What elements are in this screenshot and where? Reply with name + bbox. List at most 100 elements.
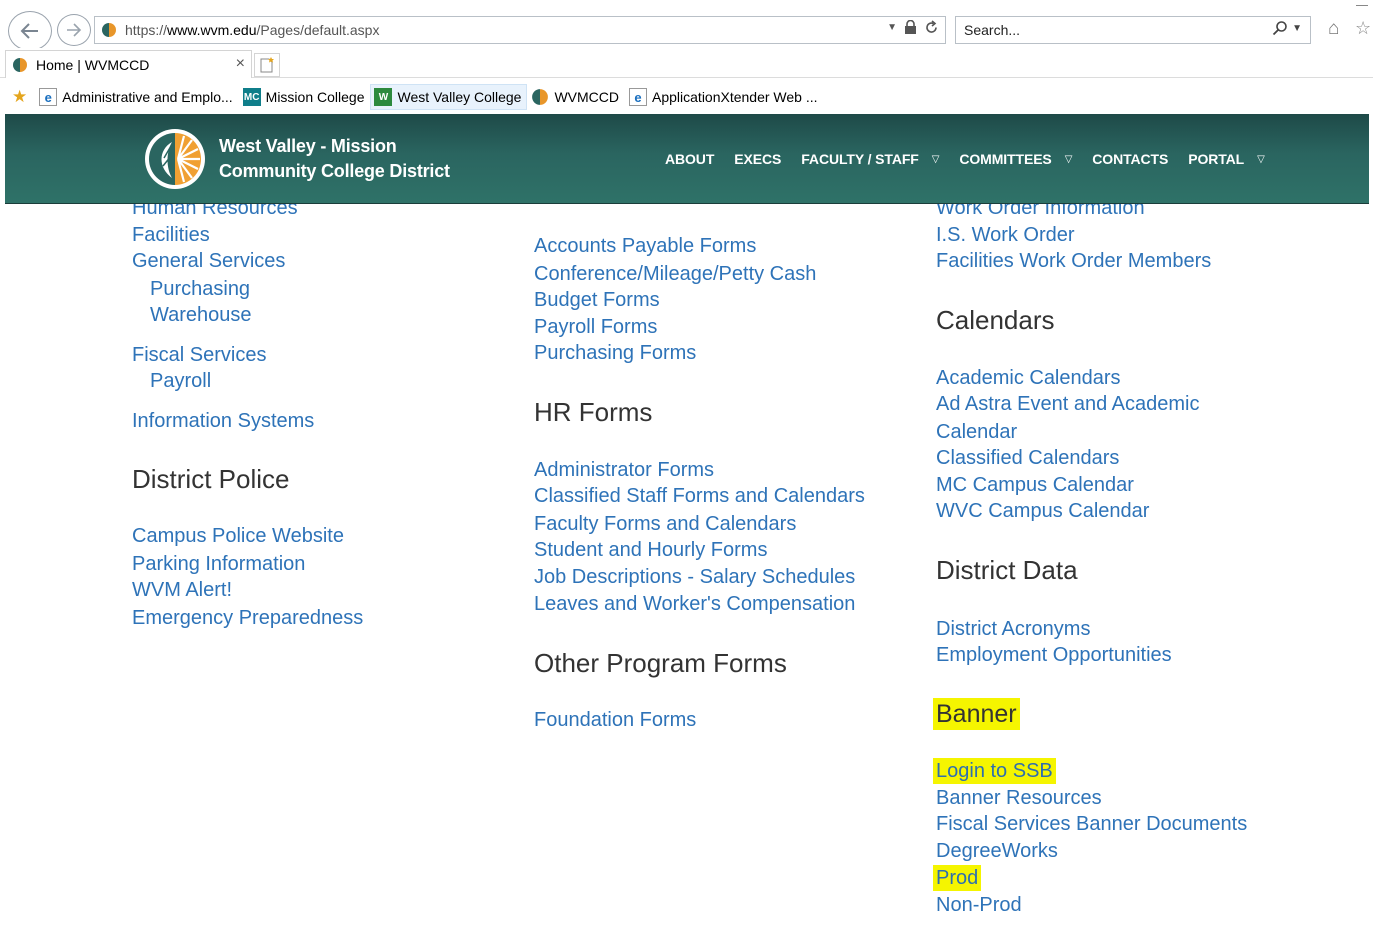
- nav-label: ABOUT: [665, 151, 715, 167]
- heading-banner: Banner: [933, 698, 1020, 730]
- link-work-order-information[interactable]: Work Order Information: [936, 204, 1145, 221]
- favorites-star-icon[interactable]: ☆: [1355, 18, 1371, 39]
- link-prod[interactable]: Prod: [933, 865, 982, 891]
- new-tab-icon: [260, 57, 274, 73]
- address-bar[interactable]: https://www.wvm.edu/Pages/default.aspx ▼: [94, 16, 946, 44]
- favorite-label: Mission College: [265, 89, 365, 105]
- ie-page-icon: e: [629, 88, 648, 106]
- link-is-work-order[interactable]: I.S. Work Order: [936, 222, 1075, 248]
- link-non-prod[interactable]: Non-Prod: [936, 892, 1022, 918]
- nav-contacts[interactable]: CONTACTS: [1092, 151, 1168, 167]
- nav-label: PORTAL: [1188, 151, 1245, 167]
- link-parking-information[interactable]: Parking Information: [132, 551, 305, 577]
- favorite-administrative[interactable]: e Administrative and Emplo...: [35, 84, 238, 110]
- heading-district-police: District Police: [132, 464, 290, 494]
- nav-label: CONTACTS: [1092, 151, 1169, 167]
- wvmccd-logo-icon[interactable]: [142, 128, 208, 190]
- mission-college-icon: MC: [242, 88, 261, 106]
- browser-search-input[interactable]: [964, 22, 1264, 38]
- home-icon[interactable]: ⌂: [1328, 18, 1339, 40]
- link-accounts-payable-forms[interactable]: Accounts Payable Forms: [534, 233, 756, 259]
- link-purchasing[interactable]: Purchasing: [150, 276, 250, 302]
- link-faculty-forms[interactable]: Faculty Forms and Calendars: [534, 511, 796, 537]
- chevron-down-icon[interactable]: ▽: [1257, 154, 1265, 165]
- link-wvc-campus-calendar[interactable]: WVC Campus Calendar: [936, 498, 1149, 524]
- favorite-west-valley-college[interactable]: W West Valley College: [370, 84, 528, 110]
- heading-other-program-forms: Other Program Forms: [534, 648, 787, 678]
- chevron-down-icon[interactable]: ▽: [932, 154, 940, 165]
- link-budget-forms[interactable]: Budget Forms: [534, 287, 660, 313]
- link-degreeworks[interactable]: DegreeWorks: [936, 838, 1058, 864]
- forward-button[interactable]: [57, 14, 91, 46]
- link-general-services[interactable]: General Services: [132, 248, 285, 274]
- tab-home-wvmccd[interactable]: Home | WVMCCD ×: [5, 50, 252, 78]
- favorite-mission-college[interactable]: MC Mission College: [239, 84, 371, 110]
- link-banner-resources[interactable]: Banner Resources: [936, 785, 1102, 811]
- page-content: Human Resources Facilities General Servi…: [5, 204, 1369, 927]
- window-minimize-icon[interactable]: [1356, 0, 1368, 6]
- link-purchasing-forms[interactable]: Purchasing Forms: [534, 340, 696, 366]
- link-ad-astra-line1[interactable]: Ad Astra Event and Academic: [936, 391, 1200, 417]
- link-conference-mileage[interactable]: Conference/Mileage/Petty Cash: [534, 261, 816, 287]
- wvmccd-fav-icon: [532, 89, 549, 105]
- favorite-wvmccd[interactable]: WVMCCD: [527, 84, 625, 110]
- browser-search-box[interactable]: ▼: [955, 16, 1311, 44]
- heading-district-data: District Data: [936, 555, 1078, 585]
- new-tab-button[interactable]: [254, 53, 280, 77]
- favorite-label: West Valley College: [397, 89, 522, 105]
- nav-about[interactable]: ABOUT: [665, 151, 714, 167]
- link-facilities-work-order[interactable]: Facilities Work Order Members: [936, 248, 1211, 274]
- link-emergency-preparedness[interactable]: Emergency Preparedness: [132, 605, 363, 631]
- ie-page-icon: e: [39, 88, 58, 106]
- link-wvm-alert[interactable]: WVM Alert!: [132, 577, 232, 603]
- link-fiscal-services[interactable]: Fiscal Services: [132, 342, 266, 368]
- link-ad-astra-line2[interactable]: Calendar: [936, 419, 1017, 445]
- close-icon[interactable]: ×: [236, 55, 245, 73]
- link-district-acronyms[interactable]: District Acronyms: [936, 616, 1090, 642]
- link-leaves-workers-comp[interactable]: Leaves and Worker's Compensation: [534, 591, 855, 617]
- favorite-applicationxtender[interactable]: e ApplicationXtender Web ...: [625, 84, 824, 110]
- arrow-right-icon: [67, 23, 82, 37]
- url-host: www.wvm.edu: [167, 22, 257, 38]
- link-job-descriptions[interactable]: Job Descriptions - Salary Schedules: [534, 564, 855, 590]
- nav-label: COMMITTEES: [959, 151, 1052, 167]
- link-payroll-forms[interactable]: Payroll Forms: [534, 314, 657, 340]
- link-login-to-ssb[interactable]: Login to SSB: [933, 758, 1056, 784]
- link-campus-police-website[interactable]: Campus Police Website: [132, 523, 344, 549]
- link-academic-calendars[interactable]: Academic Calendars: [936, 365, 1121, 391]
- link-facilities[interactable]: Facilities: [132, 222, 210, 248]
- favorite-label: ApplicationXtender Web ...: [652, 89, 818, 105]
- link-classified-calendars[interactable]: Classified Calendars: [936, 445, 1119, 471]
- nav-committees[interactable]: COMMITTEES ▽: [959, 151, 1072, 167]
- link-fiscal-services-banner[interactable]: Fiscal Services Banner Documents: [936, 811, 1247, 837]
- site-name[interactable]: West Valley - Mission Community College …: [219, 134, 450, 184]
- link-mc-campus-calendar[interactable]: MC Campus Calendar: [936, 472, 1134, 498]
- refresh-icon[interactable]: [924, 20, 939, 35]
- search-icon[interactable]: [1272, 20, 1288, 36]
- back-button[interactable]: [8, 11, 52, 51]
- nav-faculty-staff[interactable]: FACULTY / STAFF ▽: [801, 151, 939, 167]
- wvmccd-tab-icon: [13, 57, 27, 72]
- arrow-left-icon: [20, 23, 38, 39]
- dropdown-icon[interactable]: ▼: [887, 22, 897, 33]
- tab-title: Home | WVMCCD: [36, 56, 150, 73]
- lock-icon[interactable]: [904, 20, 917, 35]
- nav-portal[interactable]: PORTAL ▽: [1188, 151, 1265, 167]
- chevron-down-icon[interactable]: ▽: [1065, 154, 1073, 165]
- link-classified-staff-forms[interactable]: Classified Staff Forms and Calendars: [534, 483, 865, 509]
- url-path: /Pages/default.aspx: [256, 22, 380, 38]
- link-payroll[interactable]: Payroll: [150, 368, 211, 394]
- nav-execs[interactable]: EXECS: [734, 151, 781, 167]
- link-employment-opportunities[interactable]: Employment Opportunities: [936, 642, 1172, 668]
- favorite-label: WVMCCD: [554, 89, 620, 105]
- west-valley-college-icon: W: [374, 88, 393, 106]
- link-human-resources[interactable]: Human Resources: [132, 204, 298, 221]
- favorites-star-add-icon[interactable]: ★: [12, 87, 27, 107]
- link-warehouse[interactable]: Warehouse: [150, 302, 252, 328]
- link-student-hourly-forms[interactable]: Student and Hourly Forms: [534, 537, 767, 563]
- link-information-systems[interactable]: Information Systems: [132, 408, 314, 434]
- link-foundation-forms[interactable]: Foundation Forms: [534, 707, 696, 733]
- search-dropdown-icon[interactable]: ▼: [1292, 23, 1302, 36]
- link-administrator-forms[interactable]: Administrator Forms: [534, 457, 714, 483]
- search-tools: ▼: [1272, 20, 1302, 36]
